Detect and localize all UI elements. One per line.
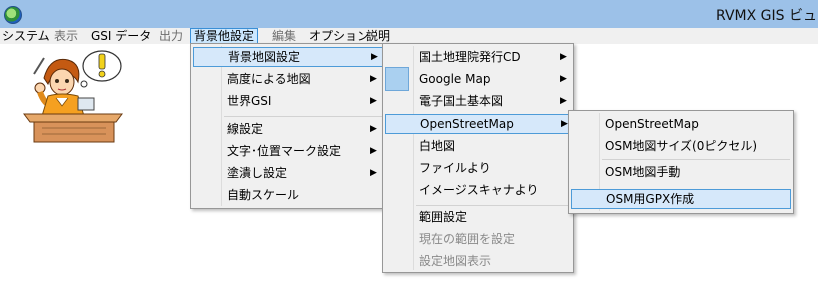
menu-separator [224,116,382,117]
window-title: RVMX GIS ビュ [716,8,817,24]
menu-item-osm-map-size[interactable]: OSM地図サイズ(0ピクセル) [571,136,789,156]
menu-separator [602,159,790,160]
menu-item-label: 範囲設定 [419,210,468,224]
menu-item-label: OSM地図手動 [605,165,681,179]
menu-item-line-settings[interactable]: 線設定 ▶ [193,119,381,139]
menu-gsi-data[interactable]: GSI データ [91,28,151,44]
menu-item-background-map-settings[interactable]: 背景地図設定 ▶ [193,47,383,67]
menu-item-set-current-range[interactable]: 現在の範囲を設定 [385,229,569,249]
menu-item-label: 設定地図表示 [419,254,492,268]
submenu-arrow-icon: ▶ [561,119,568,129]
menu-item-openstreetmap[interactable]: OpenStreetMap ▶ [385,114,571,134]
menu-item-osm-gpx-create[interactable]: OSM用GPX作成 [571,189,791,209]
menu-item-label: 白地図 [419,139,456,153]
menu-item-from-file[interactable]: ファイルより [385,158,569,178]
submenu-arrow-icon: ▶ [560,52,567,62]
menu-item-show-configured-map[interactable]: 設定地図表示 [385,251,569,271]
menu-item-label: 高度による地図 [227,72,311,86]
submenu-arrow-icon: ▶ [371,52,378,62]
menu-bar: システム 表示 GSI データ 出力 背景他設定 編集 オプション 説明 [0,28,818,44]
menu-view[interactable]: 表示 [54,28,78,44]
menu-item-label: 現在の範囲を設定 [419,232,516,246]
submenu-arrow-icon: ▶ [560,74,567,84]
background-map-submenu: 国土地理院発行CD ▶ Google Map ▶ 電子国土基本図 ▶ OpenS… [382,43,574,273]
menu-item-label: 背景地図設定 [228,50,301,64]
menu-item-label: ファイルより [419,161,491,175]
exclamation-bubble-icon [80,50,122,88]
menu-edit[interactable]: 編集 [272,28,296,44]
menu-item-fill-settings[interactable]: 塗潰し設定 ▶ [193,163,381,183]
menu-item-label: 線設定 [227,122,264,136]
menu-item-label: 自動スケール [227,188,300,202]
menu-options[interactable]: オプション [309,28,369,44]
menu-item-label: OpenStreetMap [605,117,699,131]
menu-item-label: OSM用GPX作成 [606,192,695,206]
menu-item-world-gsi[interactable]: 世界GSI ▶ [193,91,381,111]
submenu-arrow-icon: ▶ [370,146,377,156]
menu-item-auto-scale[interactable]: 自動スケール [193,185,381,205]
submenu-arrow-icon: ▶ [370,124,377,134]
menu-item-label: OSM地図サイズ(0ピクセル) [605,139,758,153]
submenu-arrow-icon: ▶ [560,96,567,106]
menu-item-google-map[interactable]: Google Map ▶ [385,69,569,89]
menu-item-label: 塗潰し設定 [227,166,288,180]
submenu-arrow-icon: ▶ [370,74,377,84]
menu-item-elevation-map[interactable]: 高度による地図 ▶ [193,69,381,89]
menu-item-label: Google Map [419,72,491,86]
menu-item-label: 国土地理院発行CD [419,50,521,64]
menu-item-blank-map[interactable]: 白地図 [385,136,569,156]
menu-item-label: 電子国土基本図 [419,94,504,108]
menu-item-label: 世界GSI [227,94,272,108]
menu-help[interactable]: 説明 [366,28,390,44]
menu-item-label: イメージスキャナより [419,183,539,197]
submenu-arrow-icon: ▶ [370,96,377,106]
menu-system[interactable]: システム [2,28,50,44]
menu-item-gsi-cd[interactable]: 国土地理院発行CD ▶ [385,47,569,67]
menu-background-settings[interactable]: 背景他設定 [190,28,259,44]
title-bar: RVMX GIS ビュ [0,0,818,28]
menu-separator [416,205,570,206]
menu-item-denshi-kokudo[interactable]: 電子国土基本図 ▶ [385,91,569,111]
menu-item-range-settings[interactable]: 範囲設定 [385,207,569,227]
menu-item-label: OpenStreetMap [420,117,514,131]
globe-icon [4,6,22,24]
menu-output[interactable]: 出力 [159,28,183,44]
menu-item-text-marker-settings[interactable]: 文字･位置マーク設定 ▶ [193,141,381,161]
submenu-arrow-icon: ▶ [370,168,377,178]
menu-item-osm-manual[interactable]: OSM地図手動 [571,162,789,182]
background-settings-menu: 背景地図設定 ▶ 高度による地図 ▶ 世界GSI ▶ 線設定 ▶ 文字･位置マー… [190,43,386,209]
openstreetmap-submenu: OpenStreetMap OSM地図サイズ(0ピクセル) OSM地図手動 OS… [568,110,794,214]
menu-item-from-scanner[interactable]: イメージスキャナより [385,180,569,200]
menu-item-osm[interactable]: OpenStreetMap [571,114,789,134]
menu-item-label: 文字･位置マーク設定 [227,144,342,158]
mascot-illustration [23,50,123,143]
